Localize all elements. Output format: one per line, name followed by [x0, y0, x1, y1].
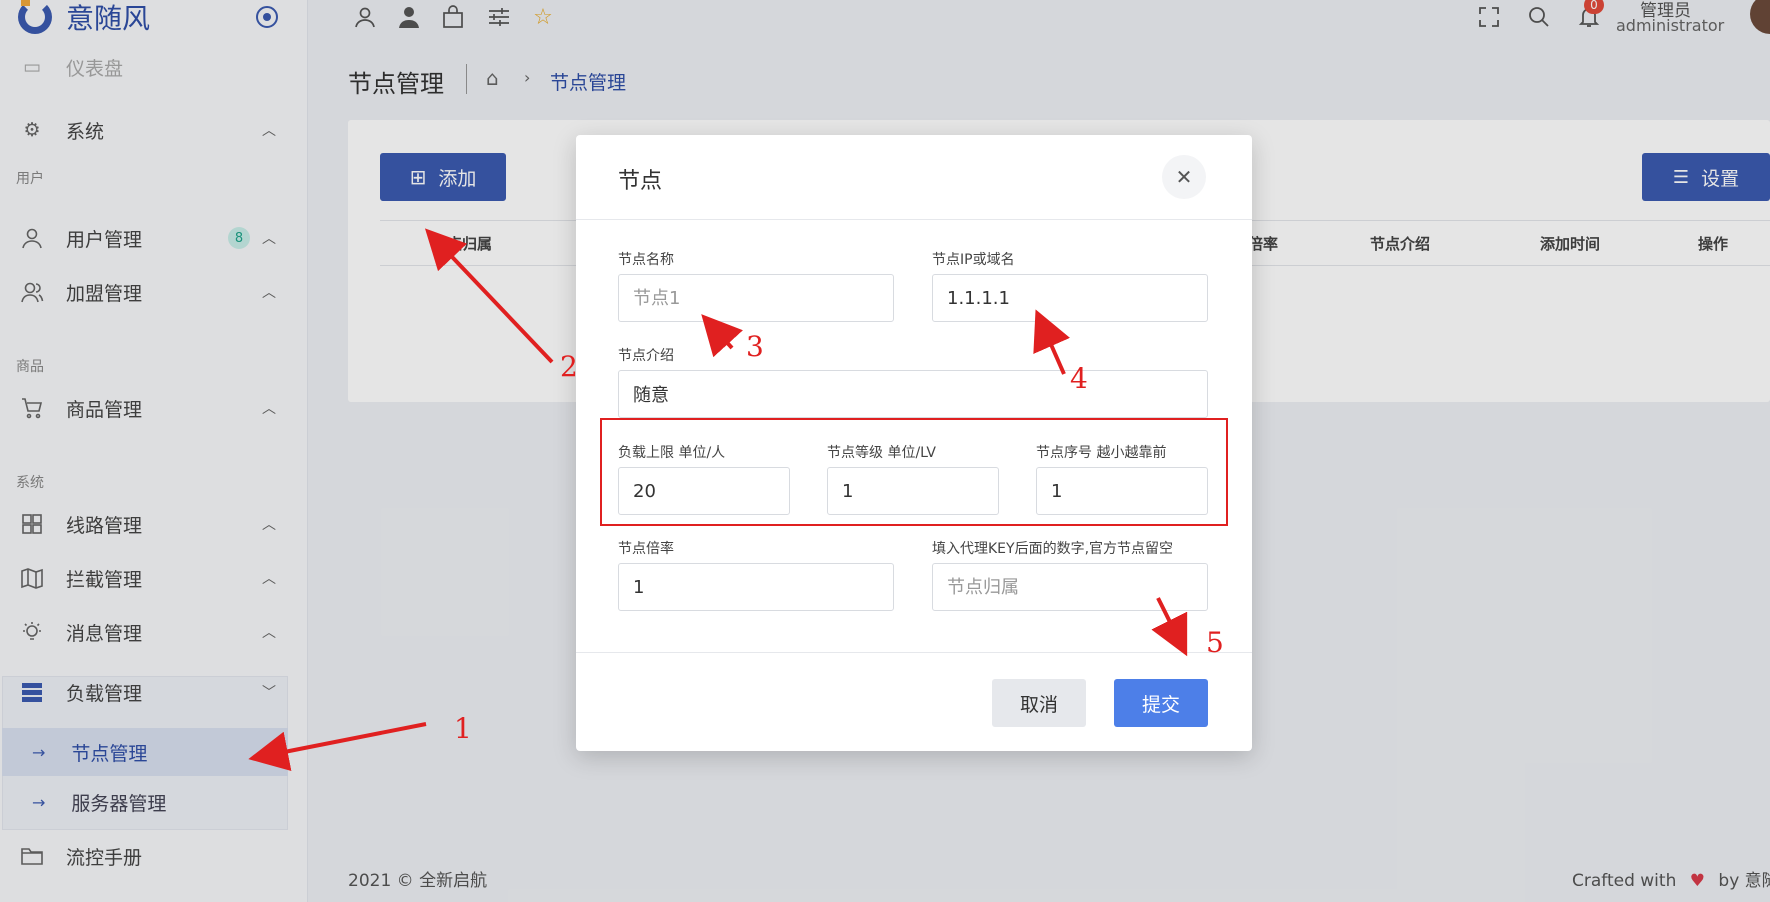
node-name-label: 节点名称 [618, 252, 674, 268]
close-icon[interactable]: ✕ [1162, 155, 1206, 199]
node-level-input[interactable] [827, 467, 999, 515]
node-owner-label: 填入代理KEY后面的数字,官方节点留空 [932, 541, 1174, 557]
node-owner-input[interactable] [932, 563, 1208, 611]
node-ip-input[interactable] [932, 274, 1208, 322]
node-rate-label: 节点倍率 [618, 541, 674, 557]
node-rate-input[interactable] [618, 563, 894, 611]
annotation-number-4: 4 [1070, 362, 1088, 395]
modal-footer-divider [576, 652, 1252, 653]
submit-button[interactable]: 提交 [1114, 679, 1208, 727]
annotation-number-5: 5 [1206, 626, 1224, 659]
modal-header-divider [576, 219, 1252, 220]
node-intro-input[interactable] [618, 370, 1208, 418]
annotation-number-1: 1 [454, 712, 472, 745]
node-modal: 节点 ✕ 节点名称 节点IP或域名 节点介绍 负载上限 单位/人 节点等级 单位… [576, 135, 1252, 751]
node-level-label: 节点等级 单位/LV [827, 445, 937, 461]
node-order-label: 节点序号 越小越靠前 [1036, 445, 1167, 461]
annotation-number-2: 2 [560, 350, 578, 383]
modal-title: 节点 [618, 169, 663, 194]
annotation-number-3: 3 [746, 330, 764, 363]
node-intro-label: 节点介绍 [618, 348, 674, 364]
load-limit-input[interactable] [618, 467, 790, 515]
node-order-input[interactable] [1036, 467, 1208, 515]
cancel-button[interactable]: 取消 [992, 679, 1086, 727]
node-ip-label: 节点IP或域名 [932, 252, 1015, 268]
load-limit-label: 负载上限 单位/人 [618, 445, 726, 461]
node-name-input[interactable] [618, 274, 894, 322]
